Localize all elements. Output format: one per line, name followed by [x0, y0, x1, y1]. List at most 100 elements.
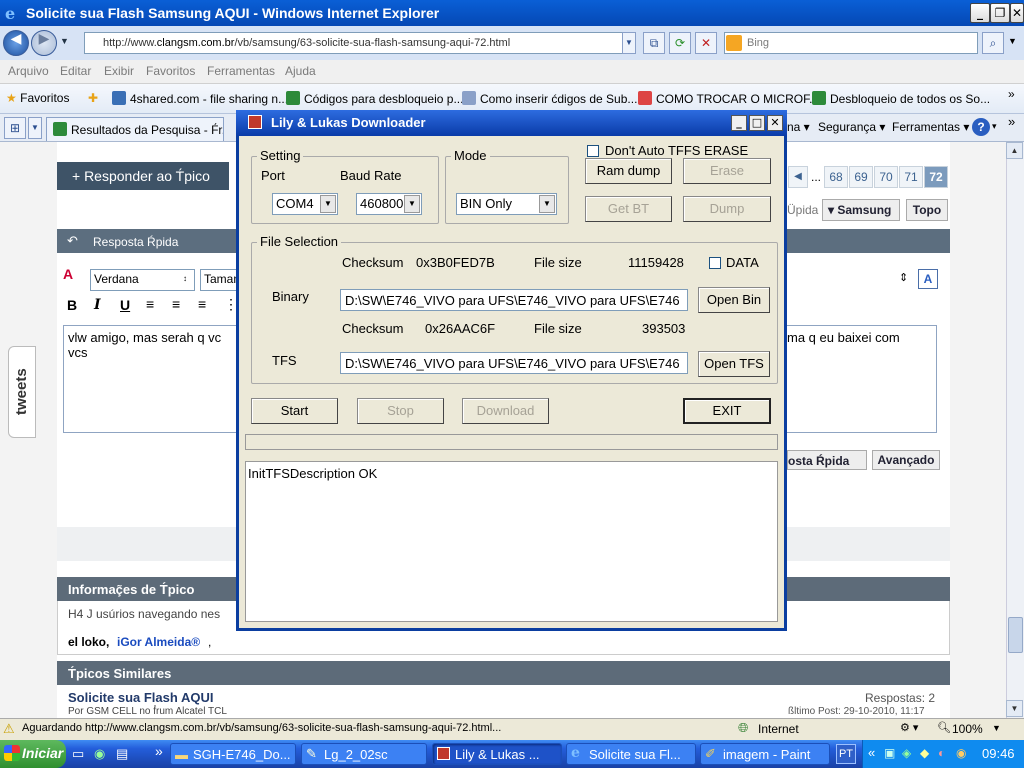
menu-ferramentas[interactable]: Ferramentas [207, 64, 275, 78]
quicklaunch-tool-icon[interactable]: ▤ [116, 746, 128, 762]
user-link-igor-almeida[interactable]: iGor Almeida® [117, 635, 200, 649]
tray-antivirus-icon[interactable]: ◈ [902, 746, 911, 760]
page-link-70[interactable]: 70 [874, 166, 898, 188]
forward-button[interactable]: ▶ [31, 30, 57, 56]
data-checkbox[interactable] [709, 257, 721, 269]
fav-link-4shared[interactable]: 4shared.com - file sharing n... [112, 91, 288, 106]
fav-link-desbloqueio[interactable]: Desbloqueio de todos os So... [812, 91, 990, 106]
zoom-level[interactable]: 100% [952, 722, 983, 736]
get-bt-button[interactable]: Get BT [585, 196, 672, 222]
bold-icon[interactable]: B [67, 297, 77, 313]
quicklaunch-desktop-icon[interactable]: ▭ [72, 746, 84, 762]
safety-menu[interactable]: Segurança ▾ [818, 120, 885, 134]
language-indicator[interactable]: PT [836, 744, 856, 764]
dialog-title-bar[interactable]: Lily & Lukas Downloader _ □ ✕ [236, 110, 787, 136]
tray-network-icon[interactable]: ▣ [884, 746, 895, 760]
menu-exibir[interactable]: Exibir [104, 64, 134, 78]
history-dropdown[interactable]: ▼ [60, 36, 69, 46]
tweets-side-tab[interactable]: tweets [8, 346, 36, 438]
task-solicite-ie[interactable]: Solicite sua Fl... [566, 743, 696, 765]
exit-button[interactable]: EXIT [683, 398, 771, 424]
compatibility-icon[interactable]: ⧉ [643, 32, 665, 54]
dialog-close-button[interactable]: ✕ [767, 115, 783, 131]
page-scrollbar[interactable] [1006, 142, 1024, 718]
quick-tabs-icon[interactable]: ⊞ [4, 117, 26, 139]
switch-editor-mode-icon[interactable]: A [918, 269, 938, 289]
page-link-68[interactable]: 68 [824, 166, 848, 188]
tray-update-icon[interactable]: ◉ [956, 746, 966, 760]
page-menu[interactable]: na ▾ [787, 120, 810, 134]
top-button[interactable]: Topo [906, 199, 948, 221]
mode-select[interactable]: BIN Only ▼ [456, 193, 557, 215]
zoom-icon[interactable]: 🔍︎ [937, 721, 951, 734]
favorites-button[interactable]: ★ Favoritos [6, 91, 69, 105]
page-link-72-current[interactable]: 72 [924, 166, 948, 188]
post-quick-reply-button[interactable]: osta Ŕpida [787, 450, 867, 470]
dialog-maximize-button[interactable]: □ [749, 115, 765, 131]
page-link-71[interactable]: 71 [899, 166, 923, 188]
search-options-dropdown[interactable]: ▼ [1008, 36, 1017, 46]
underline-icon[interactable]: U [120, 297, 130, 313]
align-left-icon[interactable]: ≡ [146, 296, 154, 312]
task-paint[interactable]: imagem - Paint [700, 743, 830, 765]
restore-button[interactable]: ❐ [990, 3, 1010, 23]
no-auto-tffs-erase-checkbox[interactable] [587, 145, 599, 157]
task-sgh-e746[interactable]: SGH-E746_Do... [170, 743, 296, 765]
log-output[interactable]: InitTFSDescription OK [245, 461, 778, 622]
reply-thread-button[interactable]: + Responder ao T́pico [57, 162, 229, 190]
help-icon[interactable]: ? [972, 118, 990, 136]
tray-app-icon[interactable]: ◆ [920, 746, 929, 760]
similar-thread-link[interactable]: Solicite sua Flash AQUI [68, 690, 213, 705]
advanced-button[interactable]: Avançado [872, 450, 940, 470]
minimize-button[interactable]: _ [970, 3, 990, 23]
port-select[interactable]: COM4 ▼ [272, 193, 338, 215]
erase-button[interactable]: Erase [683, 158, 771, 184]
protected-mode-icon[interactable]: ⚙ ▾ [900, 721, 918, 734]
user-link-el-loko[interactable]: el loko, [68, 635, 109, 649]
scroll-down-icon[interactable]: ▼ [1006, 700, 1023, 717]
resize-editor-icon[interactable]: ⇕ [899, 271, 908, 284]
fav-link-como-inserir[interactable]: Como inserir ćdigos de Sub... [462, 91, 637, 106]
stop-button[interactable]: Stop [357, 398, 444, 424]
quicklaunch-more-icon[interactable]: » [155, 743, 163, 759]
close-button[interactable]: ✕ [1010, 3, 1024, 23]
add-favorite-icon[interactable]: ✚ [88, 91, 98, 105]
dump-button[interactable]: Dump [683, 196, 771, 222]
quicklaunch-app-icon[interactable]: ◉ [94, 746, 105, 762]
prev-page-icon[interactable]: ◀ [788, 166, 808, 188]
tfs-path-field[interactable]: D:\SW\E746_VIVO para UFS\E746_VIVO para … [340, 352, 688, 374]
tray-volume-icon[interactable]: ◐ [938, 746, 945, 760]
tools-menu[interactable]: Ferramentas ▾ [892, 120, 969, 134]
refresh-icon[interactable]: ⟳ [669, 32, 691, 54]
download-button[interactable]: Download [462, 398, 549, 424]
menu-favoritos[interactable]: Favoritos [146, 64, 195, 78]
menu-editar[interactable]: Editar [60, 64, 91, 78]
scroll-up-icon[interactable]: ▲ [1006, 142, 1023, 159]
task-lily-lukas[interactable]: Lily & Lukas ... [432, 743, 562, 765]
open-tfs-button[interactable]: Open TFS [698, 351, 770, 377]
more-commands-chevron-icon[interactable]: » [1008, 114, 1015, 129]
menu-arquivo[interactable]: Arquivo [8, 64, 49, 78]
tab-search-results[interactable]: Resultados da Pesquisa - F́r... [46, 117, 224, 141]
search-input[interactable]: Bing [724, 32, 978, 54]
fav-link-como-trocar[interactable]: COMO TROCAR O MICROF... [638, 91, 819, 106]
binary-path-field[interactable]: D:\SW\E746_VIVO para UFS\E746_VIVO para … [340, 289, 688, 311]
address-dropdown-button[interactable]: ▼ [622, 32, 636, 54]
page-link-69[interactable]: 69 [849, 166, 873, 188]
font-size-select[interactable]: Taman [200, 269, 240, 291]
dialog-minimize-button[interactable]: _ [731, 115, 747, 131]
scrollbar-thumb[interactable] [1008, 617, 1023, 653]
quick-reply-link[interactable]: Üpida [787, 203, 818, 217]
tray-expand-chevron-icon[interactable]: « [868, 745, 875, 760]
more-favorites-chevron-icon[interactable]: » [1008, 87, 1015, 101]
stop-icon[interactable]: ✕ [695, 32, 717, 54]
open-bin-button[interactable]: Open Bin [698, 287, 770, 313]
italic-icon[interactable]: I [94, 297, 101, 313]
task-lg-2-02sc[interactable]: Lg_2_02sc [301, 743, 427, 765]
align-right-icon[interactable]: ≡ [198, 296, 206, 312]
back-button[interactable]: ◀ [3, 30, 29, 56]
samsung-forum-button[interactable]: ▾ Samsung [822, 199, 900, 221]
address-field[interactable]: http://www.clangsm.com.br/vb/samsung/63-… [84, 32, 636, 54]
align-center-icon[interactable]: ≡ [172, 296, 180, 312]
help-dropdown[interactable]: ▾ [992, 121, 997, 132]
